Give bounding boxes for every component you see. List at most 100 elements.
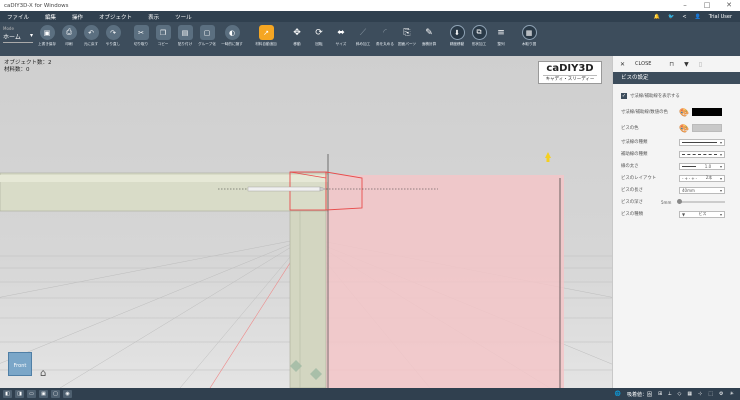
round-corner-icon: ◜	[383, 27, 387, 38]
grid-icon[interactable]: ▦	[687, 391, 692, 397]
twitter-icon[interactable]: 🐦	[668, 14, 674, 20]
area-calc-icon: ✎	[425, 27, 433, 38]
close-window-icon[interactable]: ✕	[718, 0, 740, 11]
minimize-icon[interactable]: –	[674, 0, 696, 11]
slider-handle[interactable]	[677, 199, 682, 204]
view-cube[interactable]: Front	[8, 352, 32, 376]
round-corner-button[interactable]: ◜ 角を丸める	[374, 22, 396, 47]
diagonal-cut-button[interactable]: ⟋ 斜め加工	[352, 22, 374, 47]
trash-icon[interactable]: ▯	[699, 61, 702, 68]
view-mode-icon[interactable]: ▣	[39, 390, 48, 398]
screw-layout-select[interactable]: -+-+- 2本 ▾	[679, 174, 725, 182]
height-arrow-icon[interactable]	[545, 152, 551, 158]
screw-length-select[interactable]: 40mm ▾	[679, 186, 725, 194]
move-button[interactable]: ✥ 移動	[286, 22, 308, 47]
save-button[interactable]: ▣ 上書き保存	[36, 22, 58, 47]
view-mode-icon[interactable]: ▭	[27, 390, 36, 398]
mode-selector[interactable]: Mode ホーム ▾	[0, 22, 36, 56]
rotate-button[interactable]: ⟳ 回転	[308, 22, 330, 47]
view-mode-icon[interactable]: ▢	[51, 390, 60, 398]
menu-edit[interactable]: 編集	[38, 13, 65, 21]
scene-info: オブジェクト数：2 材料数：0	[4, 60, 52, 74]
cut-button[interactable]: ✂ 切り取り	[130, 22, 152, 47]
redo-icon: ↷	[105, 25, 121, 40]
palette-icon[interactable]: 🎨	[679, 124, 689, 133]
line-width-select[interactable]: 1.0 ▾	[679, 162, 725, 170]
view-cube-label: Front	[13, 363, 27, 369]
print-button[interactable]: ⎙ 印刷	[58, 22, 80, 47]
panel-row-line-width: 線の太さ 1.0 ▾	[613, 160, 740, 172]
camera-icon[interactable]: ◉	[63, 390, 72, 398]
chevron-down-icon: ▾	[719, 187, 722, 193]
bench-icon[interactable]: ⊓	[669, 61, 674, 68]
panel-row-screw-layout: ビスのレイアウト -+-+- 2本 ▾	[613, 172, 740, 184]
copy-button[interactable]: ❐ コピー	[152, 22, 174, 47]
show-dimension-checkbox[interactable]: ✓	[621, 92, 627, 99]
aux-line-type-select[interactable]: ▾	[679, 150, 725, 158]
material-count: 材料数：0	[4, 67, 30, 73]
chevron-down-icon: ▾	[29, 32, 33, 39]
dim-line-type-select[interactable]: ▾	[679, 138, 725, 146]
copy-icon: ❐	[155, 25, 171, 40]
panel-row-aux-line-type: 補助線の種類 ▾	[613, 148, 740, 160]
precise-move-button[interactable]: ⬇ 精度移動	[446, 22, 468, 47]
group-button[interactable]: ▢ グループ化	[196, 22, 218, 47]
dim-color-swatch[interactable]	[691, 108, 722, 116]
title-bar: caDIY3D-X for Windows – □ ✕	[0, 0, 740, 11]
user-icon[interactable]: 👤	[695, 14, 701, 20]
close-panel-button[interactable]: CLOSE	[635, 61, 651, 67]
chevron-down-icon: ▾	[719, 211, 722, 217]
paste-button[interactable]: ▤ 貼り付け	[174, 22, 196, 47]
undo-button[interactable]: ↶ 元に戻す	[80, 22, 102, 47]
home-view-icon[interactable]: ⌂	[40, 368, 54, 380]
area-calc-button[interactable]: ✎ 面積計算	[418, 22, 440, 47]
layer-icon[interactable]: ◇	[678, 391, 682, 397]
material-add-button[interactable]: ↗ 材料自動追加	[252, 22, 280, 47]
perspective-icon[interactable]: ⬚	[708, 391, 713, 397]
filter-icon[interactable]: ▼	[684, 61, 689, 68]
diagonal-cut-icon: ⟋	[359, 27, 367, 38]
light-icon[interactable]: ☀	[730, 391, 734, 397]
menu-tools[interactable]: ツール	[168, 13, 201, 21]
maximize-icon[interactable]: □	[696, 0, 718, 11]
drawing-parts-button[interactable]: ⎘ 図面パーツ	[396, 22, 418, 47]
property-panel: ✕ CLOSE ⊓ ▼ ▯ ビスの設定 ✓ 寸法線/補助線を表示する 寸法線/補…	[612, 56, 740, 388]
bell-icon[interactable]: 🔔	[654, 14, 660, 20]
ruler-icon[interactable]: ⟂	[668, 391, 671, 397]
hide-button[interactable]: ◐ 一時的に隠す	[218, 22, 246, 47]
menu-file[interactable]: ファイル	[0, 13, 38, 21]
view-mode-icon[interactable]: ◧	[3, 390, 12, 398]
cut-plan-icon: ▦	[521, 25, 537, 40]
shape-process-button[interactable]: ⧉ 形状加工	[468, 22, 490, 47]
screw[interactable]	[247, 186, 321, 192]
menu-operation[interactable]: 操作	[65, 13, 92, 21]
panel-row-screw-depth: ビスの深さ 5mm	[613, 196, 740, 208]
axis-icon[interactable]: ⊹	[698, 391, 702, 397]
palette-icon[interactable]: 🎨	[679, 108, 689, 117]
3d-viewport[interactable]: オブジェクト数：2 材料数：0 caDIY3D キャディ・スリーディー Fron…	[0, 56, 612, 388]
size-button[interactable]: ⬌ サイズ	[330, 22, 352, 47]
view-mode-icon[interactable]: ◨	[15, 390, 24, 398]
screw-color-swatch[interactable]	[691, 124, 722, 132]
chevron-down-icon: ▾	[719, 151, 722, 157]
show-dimension-label: 寸法線/補助線を表示する	[630, 93, 680, 99]
snap-label: 吸着値：固	[626, 391, 652, 398]
align-button[interactable]: ≡ 整列	[490, 22, 512, 47]
menu-object[interactable]: オブジェクト	[92, 13, 141, 21]
panel-header: ✕ CLOSE ⊓ ▼ ▯	[613, 56, 740, 72]
panel-title: ビスの設定	[613, 72, 740, 84]
screw-depth-slider[interactable]	[677, 199, 725, 204]
scene-canvas[interactable]	[0, 56, 612, 388]
chevron-down-icon: ▾	[719, 175, 722, 181]
globe-icon[interactable]: 🌐	[615, 391, 621, 397]
object-count: オブジェクト数：2	[4, 60, 52, 66]
screw-type-select[interactable]: ▼ ビス ▾	[679, 210, 725, 218]
close-icon[interactable]: ✕	[620, 61, 625, 68]
share-icon[interactable]: <	[682, 14, 686, 20]
redo-button[interactable]: ↷ やり直し	[102, 22, 124, 47]
cut-plan-button[interactable]: ▦ 木取り図	[518, 22, 540, 47]
settings-icon[interactable]: ⚙	[719, 391, 723, 397]
snap-icon[interactable]: ⊞	[658, 391, 662, 397]
user-name[interactable]: Trial User	[709, 14, 732, 20]
menu-view[interactable]: 表示	[141, 13, 168, 21]
